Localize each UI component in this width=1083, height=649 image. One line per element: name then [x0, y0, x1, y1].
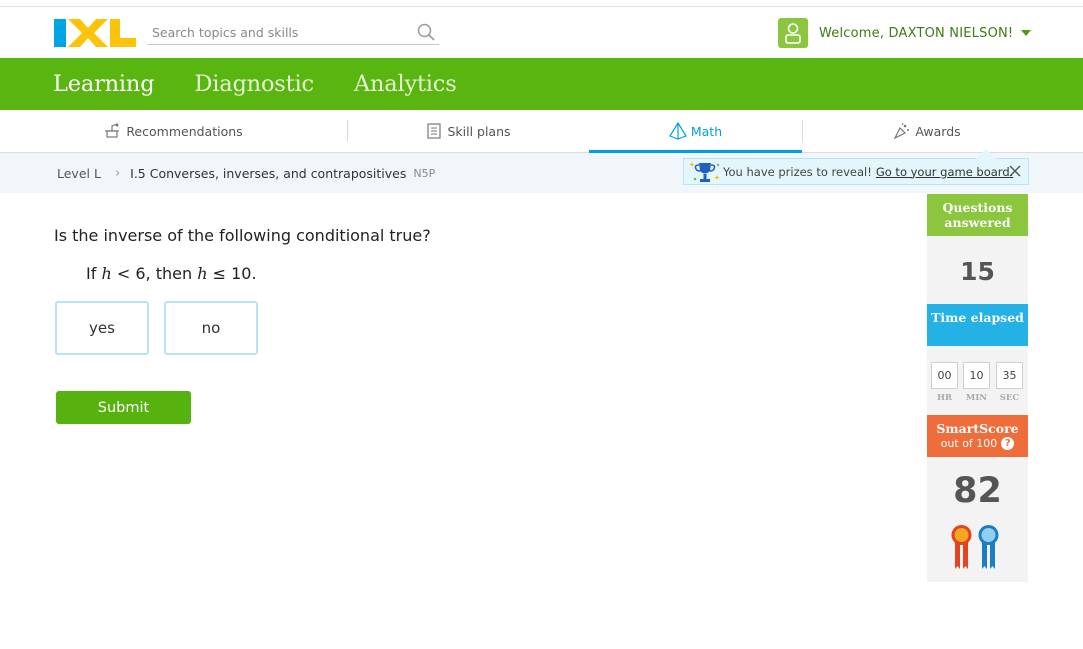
user-menu[interactable]: Welcome, DAXTON NIELSON! [778, 18, 1032, 48]
nav-learning[interactable]: Learning [53, 71, 155, 97]
main-nav: Learning Diagnostic Analytics [0, 58, 1083, 110]
prize-banner: You have prizes to reveal! Go to your ga… [683, 149, 1029, 185]
timer: 00 10 35 HR MIN SEC [927, 346, 1028, 415]
questions-answered-label: Questions answered [927, 194, 1028, 236]
conditional-statement: If h < 6, then h ≤ 10. [86, 264, 257, 283]
breadcrumb-skill: I.5 Converses, inverses, and contraposit… [130, 166, 407, 181]
cond-var1: h [101, 264, 112, 283]
nav-analytics[interactable]: Analytics [354, 71, 457, 97]
breadcrumb-level[interactable]: Level L [57, 166, 101, 181]
breadcrumb: Level L › I.5 Converses, inverses, and c… [57, 166, 435, 181]
chevron-down-icon[interactable] [1021, 30, 1032, 36]
tab-skill-plans-label: Skill plans [447, 123, 511, 139]
trophy-icon [689, 161, 720, 182]
smartscore-body: 82 [927, 457, 1028, 582]
ixl-logo[interactable] [54, 19, 136, 47]
logo-i [54, 19, 66, 47]
cond-rel2: ≤ 10. [212, 264, 257, 283]
pyramid-icon [668, 122, 687, 140]
top-border [0, 0, 1083, 7]
timer-hours-unit: HR [936, 393, 953, 403]
stats-sidebar: Questions answered 15 Time elapsed 00 10… [927, 194, 1028, 582]
smartscore-value: 82 [953, 471, 1002, 511]
game-board-link[interactable]: Go to your game board. [876, 165, 1013, 179]
smartscore-out-of: out of 100 [940, 437, 998, 450]
nav-diagnostic[interactable]: Diagnostic [194, 71, 314, 97]
recommendations-icon [105, 123, 120, 138]
cond-if: If [86, 264, 97, 283]
choice-yes-button[interactable]: yes [55, 301, 149, 355]
tab-awards[interactable]: Awards [802, 110, 1052, 152]
tab-awards-label: Awards [915, 123, 961, 139]
sub-nav: Recommendations Skill plans Math Awards [0, 110, 1083, 153]
breadcrumb-bar: Level L › I.5 Converses, inverses, and c… [0, 149, 1083, 193]
awards-icon [894, 122, 910, 140]
timer-minutes: 10 [963, 362, 990, 389]
time-elapsed-label: Time elapsed [927, 304, 1028, 346]
submit-button[interactable]: Submit [56, 391, 191, 424]
close-icon[interactable] [1008, 164, 1022, 178]
help-icon[interactable]: ? [1001, 437, 1015, 450]
choice-no-button[interactable]: no [164, 301, 258, 355]
smartscore-subtitle: out of 100 ? [927, 436, 1028, 451]
header: Welcome, DAXTON NIELSON! [0, 7, 1083, 58]
tab-math-label: Math [690, 123, 723, 139]
cond-rel1: < 6, then [116, 264, 193, 283]
ribbon-awards-icon [951, 525, 999, 569]
search-bar[interactable] [147, 20, 439, 45]
timer-minutes-unit: MIN [965, 393, 988, 403]
skill-code: N5P [413, 167, 436, 180]
questions-answered-value: 15 [927, 236, 1028, 304]
logo-xl [68, 19, 136, 47]
tab-math[interactable]: Math [589, 110, 802, 153]
welcome-text[interactable]: Welcome, DAXTON NIELSON! [819, 26, 1013, 41]
user-avatar-icon [778, 18, 808, 48]
timer-seconds: 35 [996, 362, 1023, 389]
skill-plans-icon [427, 123, 442, 139]
smartscore-header: SmartScore out of 100 ? [927, 415, 1028, 457]
tab-recommendations-label: Recommendations [126, 123, 243, 139]
smartscore-label: SmartScore [936, 421, 1019, 436]
tab-skill-plans[interactable]: Skill plans [347, 110, 589, 152]
cond-var2: h [197, 264, 208, 283]
prize-message: You have prizes to reveal! [723, 164, 872, 179]
tab-recommendations[interactable]: Recommendations [0, 110, 347, 152]
search-icon[interactable] [417, 23, 435, 41]
timer-hours: 00 [931, 362, 958, 389]
search-input[interactable] [147, 24, 407, 40]
timer-seconds-unit: SEC [999, 393, 1020, 403]
chevron-right-icon: › [114, 166, 121, 181]
question-prompt: Is the inverse of the following conditio… [54, 226, 431, 245]
